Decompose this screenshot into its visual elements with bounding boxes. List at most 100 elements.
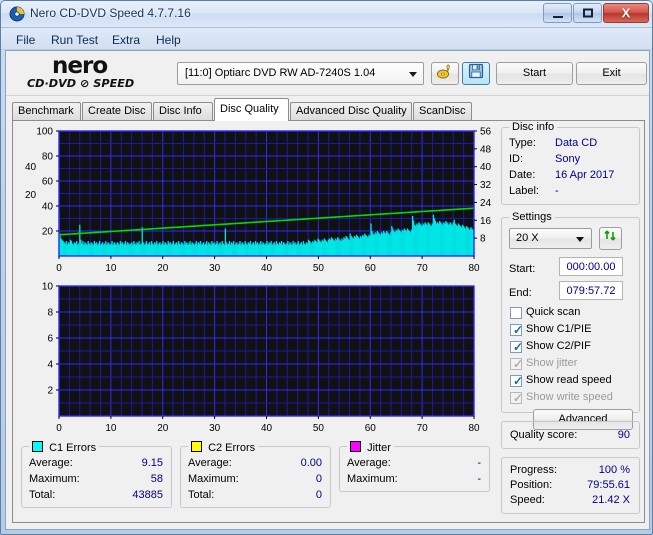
svg-text:60: 60 xyxy=(365,263,377,274)
c2-legend-swatch xyxy=(191,441,202,452)
jitter-maximum-label: Maximum: xyxy=(347,473,398,485)
menu-item-file[interactable]: File xyxy=(11,32,40,48)
nero-logo-word: nero xyxy=(52,53,108,79)
nero-disc-icon xyxy=(9,6,25,22)
tab-create-disc[interactable]: Create Disc xyxy=(82,102,152,120)
disc-id-label: ID: xyxy=(509,153,524,165)
tab-page-disc-quality: 20 40 20 40 60 80 100 8 16 24 32 40 48 56 0 10 20 30 40 5… xyxy=(12,120,645,523)
chevron-down-icon xyxy=(409,72,417,77)
quality-score-label: Quality score: xyxy=(510,429,578,441)
start-button[interactable]: Start xyxy=(496,62,573,85)
nero-logo-subtitle: CD·DVD ⊘ SPEED xyxy=(26,77,135,90)
window-title: Nero CD-DVD Speed 4.7.7.16 xyxy=(30,6,191,20)
c2-graph-canvas: 2 4 6 8 10 0 10 20 30 40 50 60 70 80 xyxy=(42,282,480,435)
svg-text:0: 0 xyxy=(56,263,62,274)
checkbox-box: ✓ xyxy=(510,340,524,354)
refresh-speed-button[interactable] xyxy=(599,227,622,250)
check-icon: ✓ xyxy=(513,391,524,405)
close-icon: X xyxy=(621,5,631,21)
eject-disc-icon xyxy=(436,64,454,80)
position-label: Position: xyxy=(510,479,553,491)
checkbox-label: Show read speed xyxy=(526,374,612,386)
end-time-label: End: xyxy=(509,287,532,299)
c1-legend-swatch xyxy=(32,441,43,452)
check-icon: ✓ xyxy=(513,340,524,354)
jitter-group: Jitter Average: Maximum: - - xyxy=(339,440,490,492)
svg-text:24: 24 xyxy=(480,198,492,209)
tab-label: Create Disc xyxy=(88,105,146,117)
svg-text:80: 80 xyxy=(468,423,480,434)
tab-label: Benchmark xyxy=(18,105,74,117)
svg-text:40: 40 xyxy=(480,162,492,173)
exit-button[interactable]: Exit xyxy=(576,62,647,85)
chevron-down-icon xyxy=(576,237,584,242)
disc-type-label: Type: xyxy=(509,137,536,149)
close-button[interactable]: X xyxy=(603,3,649,23)
disc-label-value: - xyxy=(555,185,559,197)
menu-item-help[interactable]: Help xyxy=(151,32,186,48)
svg-text:2: 2 xyxy=(47,386,53,397)
c1-graph-canvas: 20 40 60 80 100 8 16 24 32 40 48 56 0 10 20 30 40 50 60 70 8… xyxy=(36,127,492,275)
menu-item-run-test[interactable]: Run Test xyxy=(46,32,103,48)
checkbox-label: Quick scan xyxy=(526,306,581,318)
c2-total-label: Total: xyxy=(188,489,215,501)
check-icon: ✓ xyxy=(513,374,524,388)
menu-item-extra[interactable]: Extra xyxy=(107,32,145,48)
refresh-arrows-icon xyxy=(603,230,618,243)
svg-text:30: 30 xyxy=(209,263,221,274)
c1-total-label: Total: xyxy=(29,489,56,501)
jitter-average-value: - xyxy=(477,457,481,469)
minimize-button[interactable] xyxy=(543,3,572,23)
tab-disc-info[interactable]: Disc Info xyxy=(153,102,213,120)
svg-text:60: 60 xyxy=(365,423,377,434)
c1-average-label: Average: xyxy=(29,457,73,469)
tab-label: ScanDisc xyxy=(419,105,466,117)
window-controls: X xyxy=(542,3,649,24)
disc-date-label: Date: xyxy=(509,169,536,181)
c2-graph: 2 4 6 8 10 0 10 20 30 40 50 60 70 80 xyxy=(13,276,500,436)
eject-disc-button[interactable] xyxy=(431,62,459,85)
nero-logo: nero CD·DVD ⊘ SPEED xyxy=(26,53,168,95)
tab-benchmark[interactable]: Benchmark xyxy=(12,102,81,120)
drive-select[interactable]: [11:0] Optiarc DVD RW AD-7240S 1.04 xyxy=(177,62,424,85)
disc-date-value: 16 Apr 2017 xyxy=(555,169,615,181)
c1-errors-title-wrap: C1 Errors xyxy=(29,440,100,454)
c1-errors-title: C1 Errors xyxy=(49,442,97,454)
jitter-average-label: Average: xyxy=(347,457,391,469)
end-time-value: 079:57.72 xyxy=(566,285,616,297)
c1-graph: 20 40 20 40 60 80 100 8 16 24 32 40 48 56 0 10 20 30 40 5… xyxy=(13,121,500,276)
speed-label: Speed: xyxy=(510,494,545,506)
svg-text:100: 100 xyxy=(36,127,53,138)
exit-button-label: Exit xyxy=(602,67,621,79)
tab-label: Advanced Disc Quality xyxy=(296,105,407,117)
jitter-maximum-value: - xyxy=(477,473,481,485)
toolbar: nero CD·DVD ⊘ SPEED [11:0] Optiarc DVD R… xyxy=(6,51,649,96)
disc-type-value: Data CD xyxy=(555,137,598,149)
end-time-input[interactable]: 079:57.72 xyxy=(559,281,623,300)
svg-text:50: 50 xyxy=(313,423,325,434)
c1-maximum-value: 58 xyxy=(150,473,163,485)
svg-text:4: 4 xyxy=(47,360,53,371)
svg-text:56: 56 xyxy=(480,127,492,138)
disc-label-label: Label: xyxy=(509,185,539,197)
svg-text:50: 50 xyxy=(313,263,325,274)
check-icon: ✓ xyxy=(513,323,524,337)
tab-advanced-disc-quality[interactable]: Advanced Disc Quality xyxy=(290,102,412,120)
start-time-input[interactable]: 000:00.00 xyxy=(559,257,623,276)
svg-text:16: 16 xyxy=(480,216,492,227)
speed-select[interactable]: 20 X xyxy=(509,228,592,249)
drive-select-value: [11:0] Optiarc DVD RW AD-7240S 1.04 xyxy=(185,67,376,79)
tab-scandisc[interactable]: ScanDisc xyxy=(413,102,472,120)
svg-text:20: 20 xyxy=(157,263,169,274)
start-time-value: 000:00.00 xyxy=(566,261,616,273)
svg-text:70: 70 xyxy=(417,423,429,434)
progress-label: Progress: xyxy=(510,464,558,476)
jitter-legend-swatch xyxy=(350,441,361,452)
start-button-label: Start xyxy=(522,67,547,79)
checkbox-label: Show C1/PIE xyxy=(526,323,592,335)
save-results-button[interactable] xyxy=(462,62,490,85)
maximize-button[interactable] xyxy=(573,3,602,23)
svg-text:10: 10 xyxy=(42,282,54,293)
tab-disc-quality[interactable]: Disc Quality xyxy=(214,98,289,121)
svg-text:40: 40 xyxy=(42,202,54,213)
